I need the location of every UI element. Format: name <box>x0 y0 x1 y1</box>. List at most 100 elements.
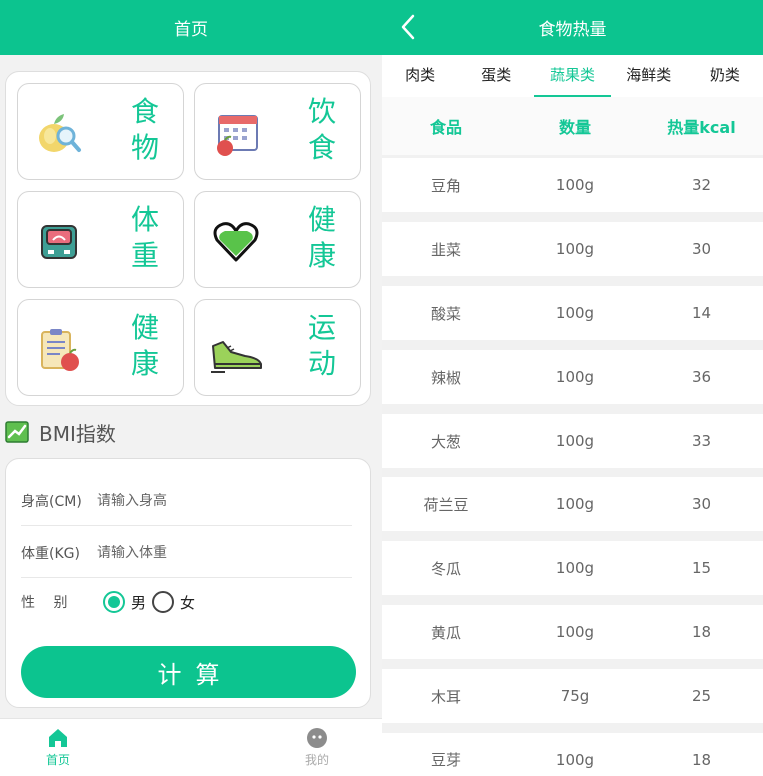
profile-face-icon <box>307 728 327 748</box>
home-header: 首页 <box>0 0 382 55</box>
cell-calories: 18 <box>691 750 712 769</box>
cell-amount: 100g <box>555 750 595 769</box>
cell-food: 冬瓜 <box>430 559 461 578</box>
table-row[interactable]: 大葱 100g 33 <box>382 414 763 468</box>
cell-amount: 100g <box>555 304 595 322</box>
cell-calories: 15 <box>691 559 712 577</box>
table-row[interactable]: 豆角 100g 32 <box>382 158 763 212</box>
cell-amount: 100g <box>555 432 595 450</box>
table-row[interactable]: 辣椒 100g 36 <box>382 350 763 404</box>
cell-amount: 100g <box>555 176 595 194</box>
tile-weight[interactable]: 体重 <box>17 191 184 288</box>
tile-label: 食物 <box>130 95 159 164</box>
tab-home-label: 首页 <box>45 753 70 767</box>
weight-label: 体重(KG) <box>21 546 80 562</box>
gender-row: 性 别 男 女 <box>21 576 352 628</box>
cell-food: 黄瓜 <box>430 623 461 642</box>
category-tab-eggs[interactable]: 蛋类 <box>458 55 534 97</box>
category-tab-vegetables[interactable]: 蔬果类 <box>534 55 611 97</box>
tile-label: 体重 <box>130 203 159 272</box>
bmi-form: 身高(CM) 体重(KG) 性 别 男 女 计算 <box>5 458 371 708</box>
table-row[interactable]: 黄瓜 100g 18 <box>382 605 763 659</box>
cell-food: 荷兰豆 <box>423 495 469 514</box>
bottom-tab-bar: 首页 我的 <box>0 718 382 776</box>
tile-label: 健康 <box>130 311 159 380</box>
cell-calories: 14 <box>691 304 712 322</box>
height-label: 身高(CM) <box>21 494 82 510</box>
tile-exercise[interactable]: 运动 <box>194 299 361 396</box>
home-icon <box>49 729 67 747</box>
table-row[interactable]: 酸菜 100g 14 <box>382 286 763 340</box>
tile-health-record[interactable]: 健康 <box>17 299 184 396</box>
tile-label: 饮食 <box>307 95 336 164</box>
radio-unselected-icon <box>152 591 175 613</box>
tile-food[interactable]: 食物 <box>17 83 184 180</box>
tab-home[interactable]: 首页 <box>28 727 88 768</box>
tile-diet[interactable]: 饮食 <box>194 83 361 180</box>
cell-calories: 33 <box>691 432 712 450</box>
chevron-left-icon[interactable] <box>400 14 416 40</box>
page-title: 首页 <box>174 20 208 40</box>
cell-amount: 100g <box>555 368 595 386</box>
radio-selected-icon <box>103 591 125 613</box>
cell-food: 木耳 <box>430 687 461 706</box>
column-header-calories: 热量kcal <box>667 118 736 137</box>
table-row[interactable]: 荷兰豆 100g 30 <box>382 477 763 531</box>
gender-radio-female[interactable]: 女 <box>152 591 195 613</box>
cell-food: 豆角 <box>430 176 461 195</box>
column-header-food: 食品 <box>429 118 462 137</box>
table-row[interactable]: 豆芽 100g 18 <box>382 733 763 776</box>
height-row: 身高(CM) <box>21 475 352 527</box>
gender-label: 性 别 <box>21 595 68 611</box>
table-row[interactable]: 冬瓜 100g 15 <box>382 541 763 595</box>
cell-amount: 100g <box>555 623 595 641</box>
gender-option-label: 女 <box>180 593 196 612</box>
category-tab-meat[interactable]: 肉类 <box>382 55 458 97</box>
cell-calories: 30 <box>691 495 712 513</box>
height-input[interactable] <box>97 493 297 509</box>
column-header-amount: 数量 <box>558 118 591 137</box>
food-header: 食物热量 <box>382 0 763 55</box>
cell-amount: 75g <box>560 687 590 705</box>
bmi-section-header: BMI指数 <box>5 418 116 446</box>
cell-calories: 25 <box>691 687 712 705</box>
divider <box>21 525 352 526</box>
table-row[interactable]: 木耳 75g 25 <box>382 669 763 723</box>
cell-amount: 100g <box>555 240 595 258</box>
cell-food: 大葱 <box>430 432 461 451</box>
heart-icon <box>213 222 259 262</box>
calculate-button[interactable]: 计算 <box>21 646 356 698</box>
tile-label: 健康 <box>307 203 336 272</box>
cell-food: 豆芽 <box>430 751 461 769</box>
home-screen: 首页 食物 饮食 体重 健康 健康 运动 BMI指数 身高(CM) 请输入身高 … <box>0 0 382 776</box>
weight-input[interactable] <box>97 545 297 561</box>
tile-health[interactable]: 健康 <box>194 191 361 288</box>
category-tabs: 肉类 蛋类 蔬果类 海鲜类 奶类 <box>382 55 763 97</box>
food-calorie-screen: 食物热量 肉类 蛋类 蔬果类 海鲜类 奶类 食品 数量 热量kcal 豆角 10… <box>382 0 763 776</box>
cell-food: 韭菜 <box>430 240 461 259</box>
chart-icon <box>5 421 29 443</box>
calendar-apple-icon <box>217 115 258 156</box>
cell-calories: 30 <box>691 240 712 258</box>
tile-label: 运动 <box>307 311 336 380</box>
table-header: 食品 数量 热量kcal <box>382 97 763 155</box>
feature-grid: 食物 饮食 体重 健康 健康 运动 <box>5 71 371 406</box>
cell-food: 酸菜 <box>430 304 461 323</box>
cell-food: 辣椒 <box>430 368 461 387</box>
page-title: 食物热量 <box>538 20 607 40</box>
category-tab-seafood[interactable]: 海鲜类 <box>611 55 687 97</box>
gender-radio-male[interactable]: 男 <box>103 591 146 613</box>
cell-calories: 36 <box>691 368 712 386</box>
cell-amount: 100g <box>555 559 595 577</box>
clipboard-apple-icon <box>41 329 79 371</box>
weight-row: 体重(KG) <box>21 527 352 579</box>
bmi-heading: BMI指数 <box>39 421 116 446</box>
table-row[interactable]: 韭菜 100g 30 <box>382 222 763 276</box>
cell-amount: 100g <box>555 495 595 513</box>
category-tab-dairy[interactable]: 奶类 <box>687 55 763 97</box>
cell-calories: 18 <box>691 623 712 641</box>
tab-mine-label: 我的 <box>304 753 329 767</box>
scale-icon <box>41 225 77 259</box>
tab-mine[interactable]: 我的 <box>287 727 347 768</box>
sneaker-icon <box>211 341 262 373</box>
